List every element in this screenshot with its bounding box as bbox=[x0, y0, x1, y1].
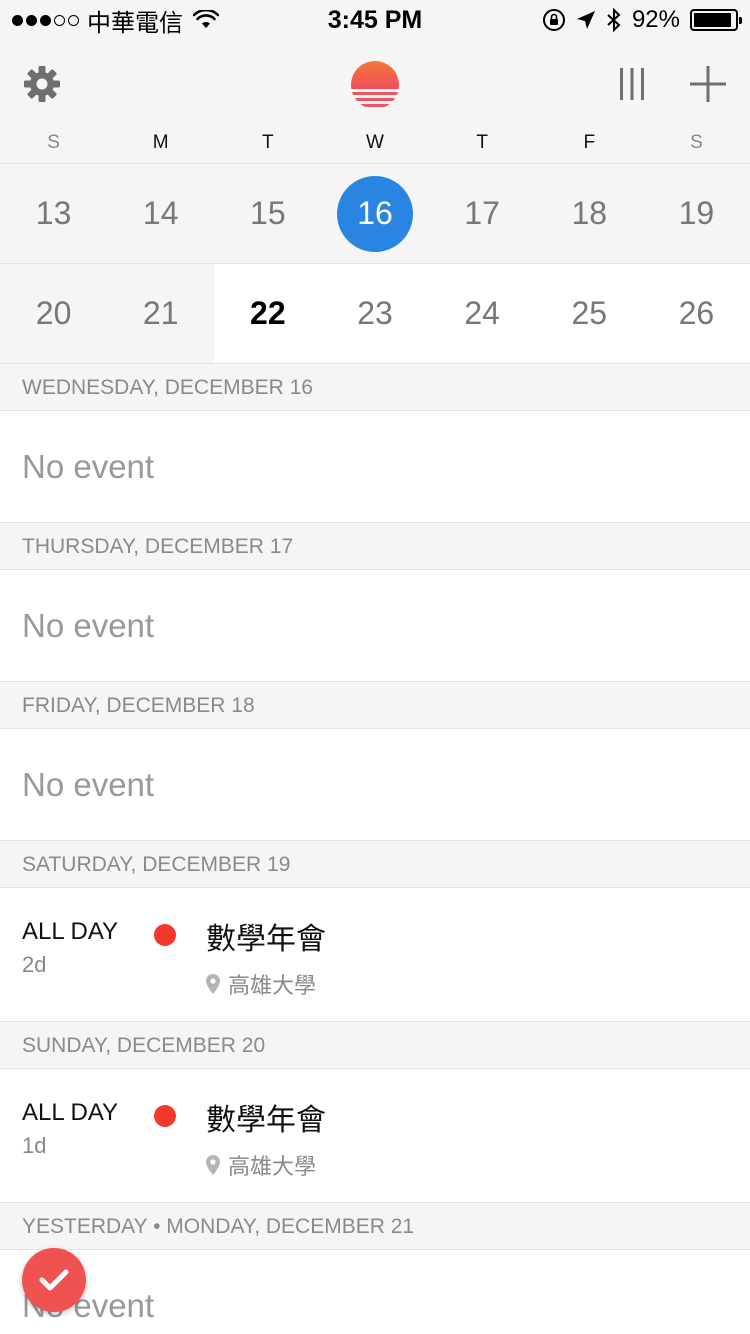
event-time: ALL DAY bbox=[22, 918, 119, 945]
agenda-date-header: FRIDAY, DECEMBER 18 bbox=[0, 681, 750, 729]
checkmark-icon bbox=[39, 1269, 69, 1291]
weekday-label: W bbox=[366, 132, 384, 153]
battery-percent: 92% bbox=[631, 6, 680, 33]
location-pin-icon bbox=[206, 974, 220, 994]
calendar-color-dot bbox=[154, 1105, 176, 1127]
location-arrow-icon bbox=[576, 11, 595, 29]
calendar-week-1: 13 14 15 16 17 18 19 bbox=[0, 163, 750, 263]
agenda-date-header: THURSDAY, DECEMBER 17 bbox=[0, 522, 750, 570]
event-title: 數學年會 bbox=[206, 922, 326, 957]
weekday-label: T bbox=[262, 132, 274, 153]
calendar-week-2: 20 21 22 23 24 25 26 bbox=[0, 263, 750, 363]
calendar-day[interactable]: 24 bbox=[429, 264, 536, 363]
status-bar: 中華電信 3:45 PM 92% bbox=[0, 0, 750, 40]
event-row[interactable]: ALL DAY 1d 數學年會 高雄大學 bbox=[0, 1069, 750, 1202]
calendar-day-selected[interactable]: 16 bbox=[321, 164, 428, 263]
event-duration: 2d bbox=[22, 952, 47, 977]
battery-fill bbox=[694, 13, 731, 27]
calendar-day[interactable]: 15 bbox=[214, 164, 321, 263]
no-event-row[interactable]: No event bbox=[0, 411, 750, 522]
calendar-day[interactable]: 23 bbox=[321, 264, 428, 363]
calendar-day[interactable]: 18 bbox=[536, 164, 643, 263]
checkmark-button[interactable] bbox=[22, 1248, 86, 1312]
event-location-text: 高雄大學 bbox=[228, 974, 317, 999]
calendar-day[interactable]: 17 bbox=[429, 164, 536, 263]
calendar-day[interactable]: 26 bbox=[643, 264, 750, 363]
toolbar bbox=[0, 40, 750, 126]
event-location: 高雄大學 bbox=[206, 1149, 316, 1181]
status-right: 92% bbox=[542, 6, 742, 34]
event-title: 數學年會 bbox=[206, 1103, 326, 1138]
calendar-day[interactable]: 19 bbox=[643, 164, 750, 263]
battery-icon bbox=[690, 9, 742, 31]
bluetooth-icon bbox=[607, 8, 621, 32]
gear-icon[interactable] bbox=[22, 64, 62, 104]
agenda-date-header: WEDNESDAY, DECEMBER 16 bbox=[0, 363, 750, 411]
event-row[interactable]: ALL DAY 2d 數學年會 高雄大學 bbox=[0, 888, 750, 1021]
calendar-day[interactable]: 13 bbox=[0, 164, 107, 263]
orientation-lock-icon bbox=[542, 9, 565, 31]
no-event-row[interactable]: No event bbox=[0, 1250, 750, 1334]
weekday-label: M bbox=[152, 132, 169, 153]
columns-icon[interactable] bbox=[614, 64, 650, 104]
event-duration: 1d bbox=[22, 1133, 47, 1158]
agenda-list[interactable]: WEDNESDAY, DECEMBER 16 No event THURSDAY… bbox=[0, 363, 750, 1334]
plus-icon[interactable] bbox=[686, 62, 730, 106]
event-location: 高雄大學 bbox=[206, 968, 316, 1000]
weekday-label: F bbox=[583, 132, 596, 153]
selected-day-circle: 16 bbox=[336, 175, 413, 252]
sunrise-logo bbox=[351, 61, 399, 107]
agenda-date-header: SUNDAY, DECEMBER 20 bbox=[0, 1021, 750, 1069]
weekday-label: S bbox=[47, 132, 60, 153]
agenda-date-header: SATURDAY, DECEMBER 19 bbox=[0, 840, 750, 888]
weekday-header: S M T W T F S bbox=[0, 126, 750, 163]
agenda-date-header: YESTERDAY • MONDAY, DECEMBER 21 bbox=[0, 1202, 750, 1250]
calendar-day[interactable]: 14 bbox=[107, 164, 214, 263]
event-location-text: 高雄大學 bbox=[228, 1155, 317, 1180]
event-time: ALL DAY bbox=[22, 1099, 119, 1126]
calendar-day[interactable]: 20 bbox=[0, 264, 108, 363]
calendar-color-dot bbox=[154, 924, 176, 946]
weekday-label: S bbox=[690, 132, 703, 153]
calendar-day-today[interactable]: 22 bbox=[214, 264, 321, 363]
weekday-label: T bbox=[476, 132, 488, 153]
no-event-row[interactable]: No event bbox=[0, 570, 750, 681]
location-pin-icon bbox=[206, 1155, 220, 1175]
calendar-day[interactable]: 25 bbox=[536, 264, 643, 363]
calendar-day[interactable]: 21 bbox=[107, 264, 215, 363]
no-event-row[interactable]: No event bbox=[0, 729, 750, 840]
